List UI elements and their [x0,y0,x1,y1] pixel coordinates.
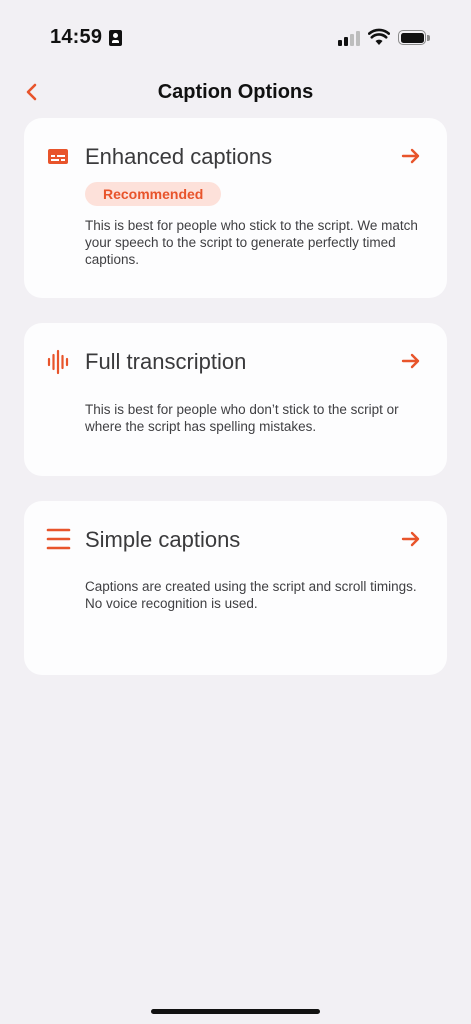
simple-captions-option[interactable]: Simple captions Captions are created usi… [24,501,447,675]
option-title: Full transcription [85,349,247,374]
status-bar: 14:59 [0,0,471,60]
navigation-bar: Caption Options [0,70,471,114]
signal-bar [338,40,342,46]
home-indicator[interactable] [151,1009,320,1014]
waveform-icon [47,349,69,375]
contact-card-icon [109,30,122,46]
option-description: Captions are created using the script an… [85,579,417,611]
page-title: Caption Options [157,81,314,103]
signal-bar [350,34,354,46]
arrow-right-icon [401,531,420,547]
option-title: Simple captions [85,527,241,552]
full-transcription-option[interactable]: Full transcription This is best for peop… [24,323,447,476]
lines-icon [46,528,71,550]
enhanced-captions-option[interactable]: Enhanced captions Recommended This is be… [24,118,447,298]
option-title: Enhanced captions [85,144,273,169]
status-time: 14:59 [50,26,103,48]
option-description: This is best for people who stick to the… [85,218,418,267]
caption-options-screen: 14:59 Caption Options Enhanced captions … [0,0,471,1024]
cellular-signal-icon [338,30,362,46]
signal-bar [344,37,348,46]
signal-bar [356,31,360,46]
battery-tip [427,35,430,41]
wifi-icon [368,28,390,45]
battery-icon [398,30,426,45]
recommended-badge: Recommended [85,182,222,206]
subtitles-icon [48,149,68,164]
battery-level [400,32,424,43]
option-description: This is best for people who don’t stick … [85,402,399,434]
arrow-right-icon [401,148,420,164]
arrow-right-icon [401,353,420,369]
